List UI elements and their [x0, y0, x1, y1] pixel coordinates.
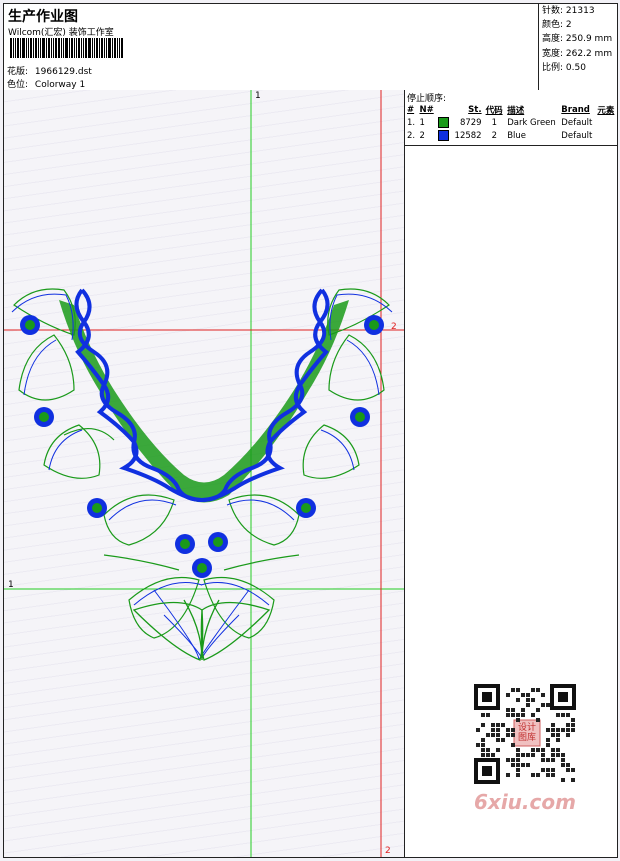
stat-colors: 颜色: 2	[542, 20, 572, 31]
col-element: 元素	[597, 106, 615, 116]
header: 生产作业图 Wilcom(汇宏) 装饰工作室 花版: 1966129.dst 色…	[4, 4, 617, 91]
guide-label-red-bottom: 2	[385, 846, 391, 856]
stat-height: 高度: 250.9 mm	[542, 34, 613, 45]
table-row: 1. 1 8729 1 Dark Green Default	[407, 117, 593, 128]
col-num: #	[407, 105, 415, 115]
barcode	[10, 38, 140, 58]
col-stitches: St.	[468, 105, 482, 115]
embroidery-design	[4, 90, 404, 857]
stats-box: 针数: 21313 颜色: 2 高度: 250.9 mm 宽度: 262.2 m…	[538, 4, 618, 90]
stat-scale: 比例: 0.50	[542, 62, 586, 73]
color-table: # N# St. 代码 描述 Brand 元素 1. 1 8729 1 Dark…	[405, 104, 617, 142]
embroidery-motif	[11, 288, 393, 661]
design-canvas: 1 1 2 2	[4, 90, 405, 857]
col-code: 代码	[485, 106, 503, 116]
guide-label-green-top: 1	[255, 91, 261, 101]
guide-label-green-left: 1	[8, 580, 14, 590]
qr-code: 设计图库	[470, 682, 580, 790]
qr-stamp: 设计图库	[517, 723, 536, 743]
design-label: 花版:	[7, 67, 29, 77]
col-n: N#	[419, 105, 434, 115]
page-title: 生产作业图	[8, 9, 78, 25]
table-row: 2. 2 12582 2 Blue Default	[407, 130, 593, 141]
guide-label-red-right: 2	[391, 322, 397, 332]
col-desc: 描述	[507, 106, 525, 116]
stat-stitches: 针数: 21313	[542, 6, 595, 16]
colorway-label: 色位:	[7, 80, 29, 90]
colorway: 色位: Colorway 1	[7, 77, 85, 90]
col-swatch	[436, 104, 451, 116]
color-swatch	[438, 130, 450, 141]
col-brand: Brand	[561, 105, 590, 115]
design-value: 1966129.dst	[34, 67, 92, 77]
design-file: 花版: 1966129.dst	[7, 64, 92, 77]
studio-name: Wilcom(汇宏) 装饰工作室	[8, 28, 114, 38]
watermark: 6xiu.com	[474, 790, 576, 814]
panel-divider	[405, 145, 617, 146]
flowers	[20, 315, 384, 578]
colorway-value: Colorway 1	[34, 80, 86, 90]
table-header: # N# St. 代码 描述 Brand 元素	[405, 104, 617, 116]
sequence-heading: 停止顺序:	[407, 94, 447, 104]
stat-width: 宽度: 262.2 mm	[542, 48, 613, 59]
color-swatch	[438, 117, 450, 128]
